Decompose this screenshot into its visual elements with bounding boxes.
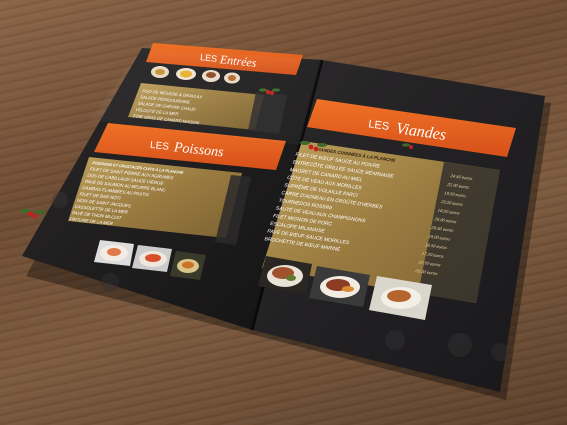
holly-decoration-icon	[20, 209, 45, 219]
menu-brochure-scene: LES Entrées DUO DE MOUSSE & GRAVLAX SALA…	[20, 43, 551, 400]
poissons-prefix: LES	[149, 140, 169, 153]
